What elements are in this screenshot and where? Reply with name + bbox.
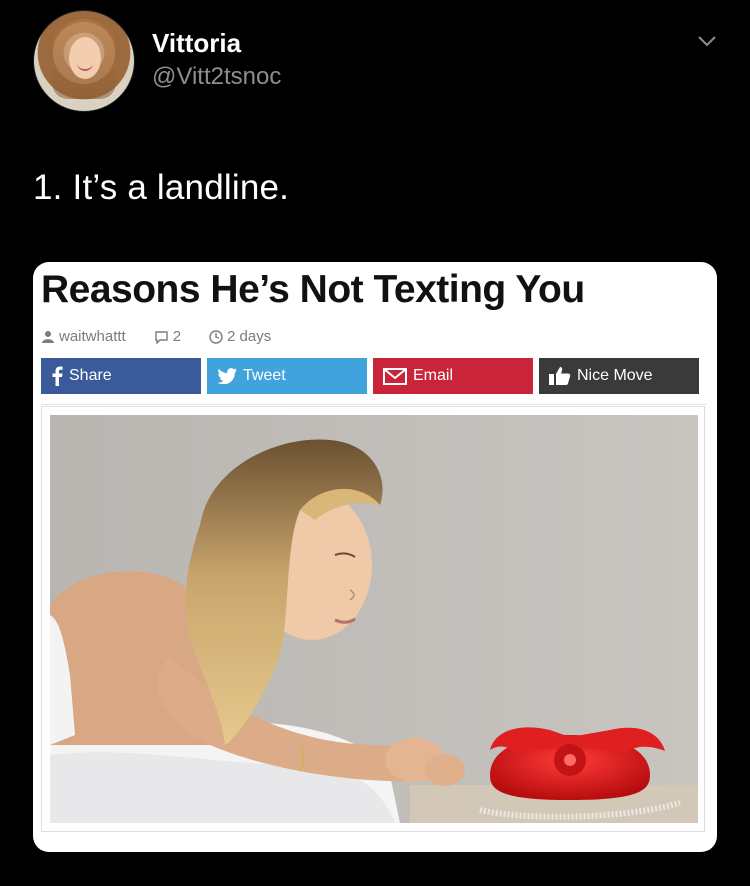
author-handle[interactable]: @Vitt2tsnoc [152,63,281,91]
article-image-frame [41,406,705,832]
article-card[interactable]: Reasons He’s Not Texting You waitwhattt … [33,262,717,852]
envelope-icon [383,367,407,385]
nice-move-button-label: Nice Move [577,367,653,384]
clock-icon [209,329,223,344]
meta-comments-count: 2 [172,328,182,345]
facebook-icon [51,366,63,386]
divider [41,404,707,405]
tweet-text: 1. It’s a landline. [33,168,290,207]
share-button[interactable]: Share [41,358,201,394]
twitter-bird-icon [217,368,237,384]
article-title: Reasons He’s Not Texting You [41,268,585,311]
meta-author: waitwhattt [41,328,140,345]
chevron-down-icon[interactable] [696,30,718,52]
comment-icon [155,330,168,344]
author-name[interactable]: Vittoria [152,28,241,59]
thumbs-up-icon [549,366,571,386]
nice-move-button[interactable]: Nice Move [539,358,699,394]
avatar[interactable] [33,10,135,112]
meta-age: 2 days [209,328,285,345]
article-photo [50,415,698,823]
avatar-face [69,37,101,79]
email-button-label: Email [413,367,454,384]
email-button[interactable]: Email [373,358,533,394]
user-icon [42,330,54,343]
article-meta: waitwhattt 2 2 days [41,328,299,345]
tweet-button-label: Tweet [243,367,286,384]
meta-comments: 2 [154,328,195,345]
meta-author-label: waitwhattt [59,328,126,345]
share-button-label: Share [69,367,112,384]
meta-age-label: 2 days [227,328,272,345]
share-buttons: Share Tweet Email Nice Move [41,358,699,394]
tweet-button[interactable]: Tweet [207,358,367,394]
